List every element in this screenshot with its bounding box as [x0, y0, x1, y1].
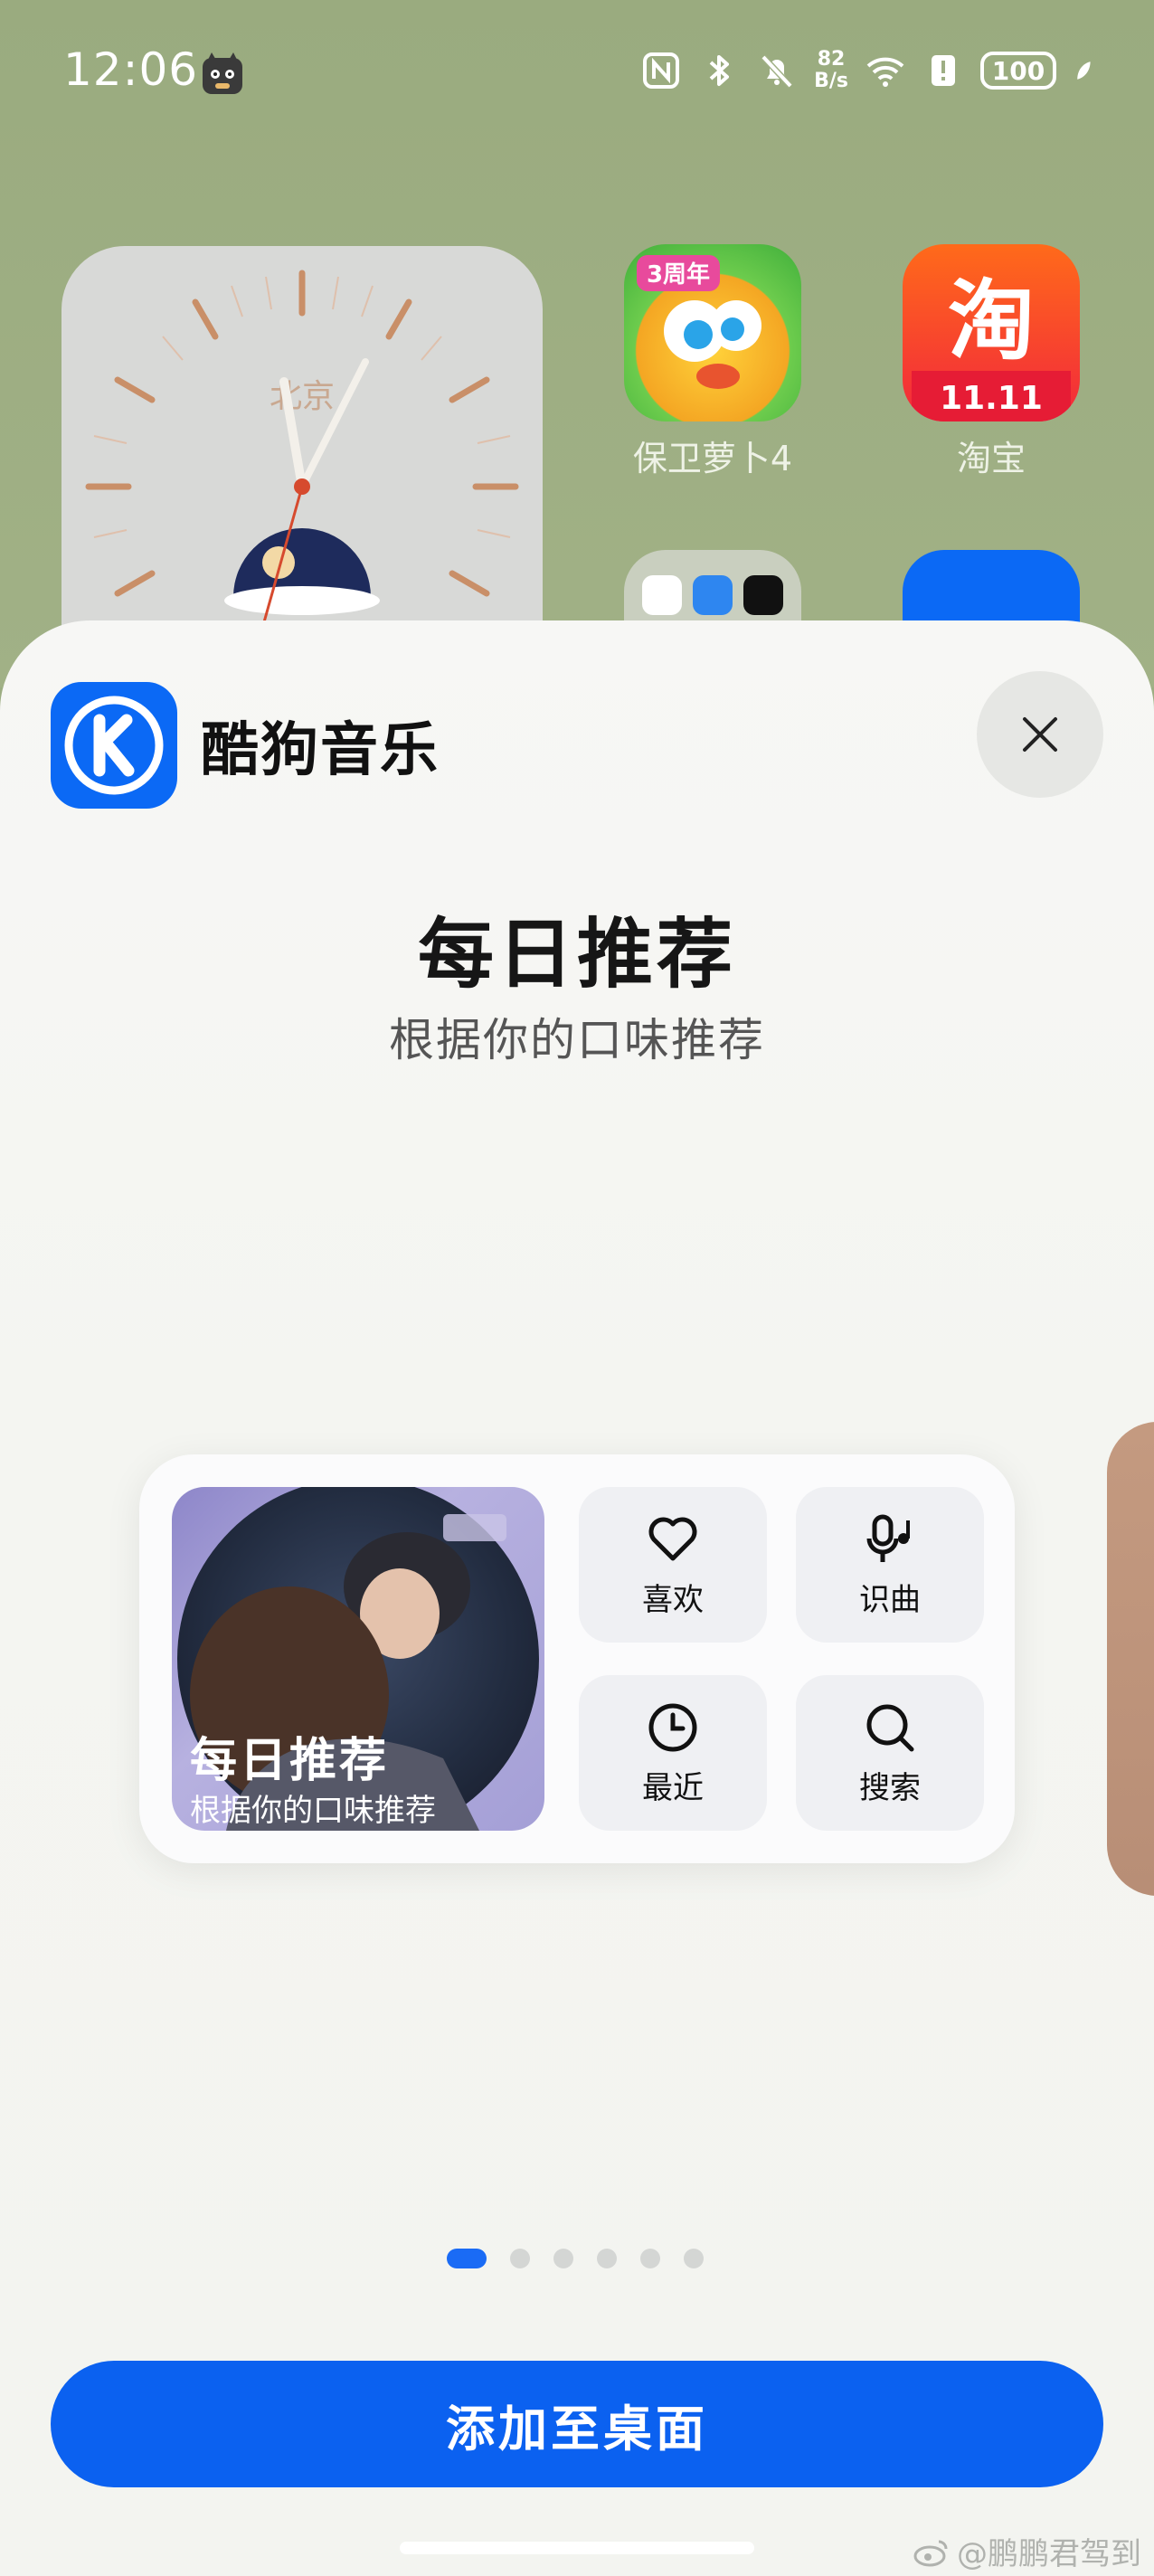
app-name: 酷狗音乐: [201, 717, 440, 784]
status-icons: 82 B/s 100: [640, 43, 1100, 98]
cover-title: 每日推荐: [190, 1734, 390, 1788]
page-dot-3[interactable]: [553, 2249, 573, 2268]
page-dot-4[interactable]: [597, 2249, 617, 2268]
search-button[interactable]: 搜索: [796, 1675, 984, 1831]
bluetooth-icon: [709, 55, 730, 86]
app-baoweiluobo[interactable]: 3周年 保卫萝卜4: [622, 244, 803, 480]
weibo-icon: [913, 2540, 948, 2566]
widget-subtitle: 根据你的口味推荐: [389, 1014, 765, 1066]
network-speed: 82 B/s: [814, 49, 848, 92]
close-button[interactable]: [977, 671, 1103, 798]
page-dot-6[interactable]: [684, 2249, 704, 2268]
page-indicator[interactable]: [447, 2249, 704, 2268]
svg-text:淘: 淘: [948, 270, 1035, 372]
clock-icon: [648, 1703, 697, 1751]
like-button[interactable]: 喜欢: [579, 1487, 767, 1643]
net-speed-unit: B/s: [814, 70, 848, 92]
daily-recommend-cover[interactable]: 每日推荐 根据你的口味推荐: [172, 1487, 544, 1831]
wifi-icon: [866, 57, 904, 87]
home-indicator[interactable]: [400, 2542, 754, 2554]
cover-subtitle: 根据你的口味推荐: [190, 1793, 436, 1829]
taobao-app-icon: 淘 11.11: [903, 244, 1080, 421]
battery-indicator: 100: [980, 52, 1056, 90]
close-icon: [1023, 717, 1057, 752]
net-speed-value: 82: [817, 48, 846, 71]
widget-preview[interactable]: 每日推荐 根据你的口味推荐 喜欢 识曲 最近 搜索: [139, 1454, 1015, 1863]
status-bar: 12:06 82 B/s 100: [0, 0, 1154, 145]
widget-title: 每日推荐: [417, 910, 736, 999]
leaf-icon: [1077, 62, 1091, 80]
search-icon: [866, 1704, 914, 1751]
identify-song-label: 识曲: [859, 1581, 921, 1618]
app-taobao[interactable]: 淘 11.11 淘宝: [901, 244, 1082, 480]
mute-bell-icon: [761, 54, 793, 89]
watermark-text: @鹏鹏君驾到: [957, 2536, 1141, 2572]
next-widget-preview[interactable]: [1107, 1422, 1154, 1896]
taobao-badge: 11.11: [940, 380, 1043, 417]
clock-city: 北京: [270, 378, 335, 415]
add-to-home-button[interactable]: 添加至桌面: [51, 2361, 1103, 2487]
baoweiluobo-app-icon: 3周年: [624, 244, 801, 421]
search-label: 搜索: [859, 1769, 921, 1806]
identify-song-button[interactable]: 识曲: [796, 1487, 984, 1643]
widget-picker-sheet: 酷狗音乐 每日推荐 根据你的口味推荐 每日推荐 根据你的口味推荐 喜欢 识曲 最…: [0, 620, 1154, 2576]
page-dot-2[interactable]: [510, 2249, 530, 2268]
baoweiluobo-badge: 3周年: [647, 260, 710, 289]
status-time: 12:06: [63, 43, 199, 96]
nfc-icon: [643, 52, 680, 89]
app-label: 保卫萝卜4: [632, 439, 793, 478]
heart-icon: [648, 1517, 697, 1560]
recent-button[interactable]: 最近: [579, 1675, 767, 1831]
watermark: @鹏鹏君驾到: [913, 2529, 1141, 2573]
kugou-logo-icon: [51, 682, 177, 809]
cat-avatar-icon: [203, 52, 242, 94]
page-dot-5[interactable]: [640, 2249, 660, 2268]
mic-note-icon: [866, 1514, 910, 1562]
app-label: 淘宝: [956, 439, 1026, 478]
recent-label: 最近: [642, 1769, 704, 1806]
like-label: 喜欢: [642, 1581, 704, 1618]
sim-alert-icon: [932, 55, 955, 86]
page-dot-1[interactable]: [447, 2249, 487, 2268]
